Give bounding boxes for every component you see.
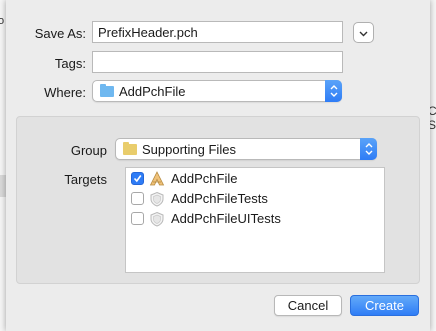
list-item: AddPchFile xyxy=(126,169,384,189)
where-popup[interactable]: AddPchFile xyxy=(92,80,342,102)
tags-field[interactable] xyxy=(92,51,343,73)
target-name: AddPchFile xyxy=(171,171,238,186)
test-target-icon xyxy=(149,191,165,207)
target-checkbox[interactable] xyxy=(131,212,144,225)
target-checkbox[interactable] xyxy=(131,192,144,205)
where-value: AddPchFile xyxy=(119,84,186,99)
group-label: Group xyxy=(70,143,107,158)
app-target-icon xyxy=(149,171,165,187)
targets-label: Targets xyxy=(64,172,107,187)
save-as-label: Save As: xyxy=(34,26,86,41)
where-label: Where: xyxy=(44,85,86,100)
cancel-button[interactable]: Cancel xyxy=(274,295,342,316)
folder-icon xyxy=(123,142,137,155)
background-text: o xyxy=(0,15,5,27)
list-item: AddPchFileUITests xyxy=(126,209,384,229)
chevron-down-icon xyxy=(359,25,368,40)
target-name: AddPchFileUITests xyxy=(171,211,281,226)
group-value: Supporting Files xyxy=(142,142,236,157)
save-sheet: Save As: PrefixHeader.pch Tags: Where: A… xyxy=(6,0,430,331)
list-item: AddPchFileTests xyxy=(126,189,384,209)
targets-list: AddPchFile AddPchFileTests AddPchFileUIT… xyxy=(125,167,385,273)
save-as-field[interactable]: PrefixHeader.pch xyxy=(92,21,343,43)
options-group: Group Supporting Files Targets AddPchFil… xyxy=(16,116,420,284)
test-target-icon xyxy=(149,211,165,227)
create-button[interactable]: Create xyxy=(350,295,419,316)
tags-label: Tags: xyxy=(54,56,86,71)
popup-stepper-icon xyxy=(325,80,342,102)
target-checkbox[interactable] xyxy=(131,172,144,185)
target-name: AddPchFileTests xyxy=(171,191,268,206)
group-popup[interactable]: Supporting Files xyxy=(115,138,377,160)
expand-dialog-button[interactable] xyxy=(353,22,374,43)
folder-icon xyxy=(100,84,114,97)
popup-stepper-icon xyxy=(360,138,377,160)
